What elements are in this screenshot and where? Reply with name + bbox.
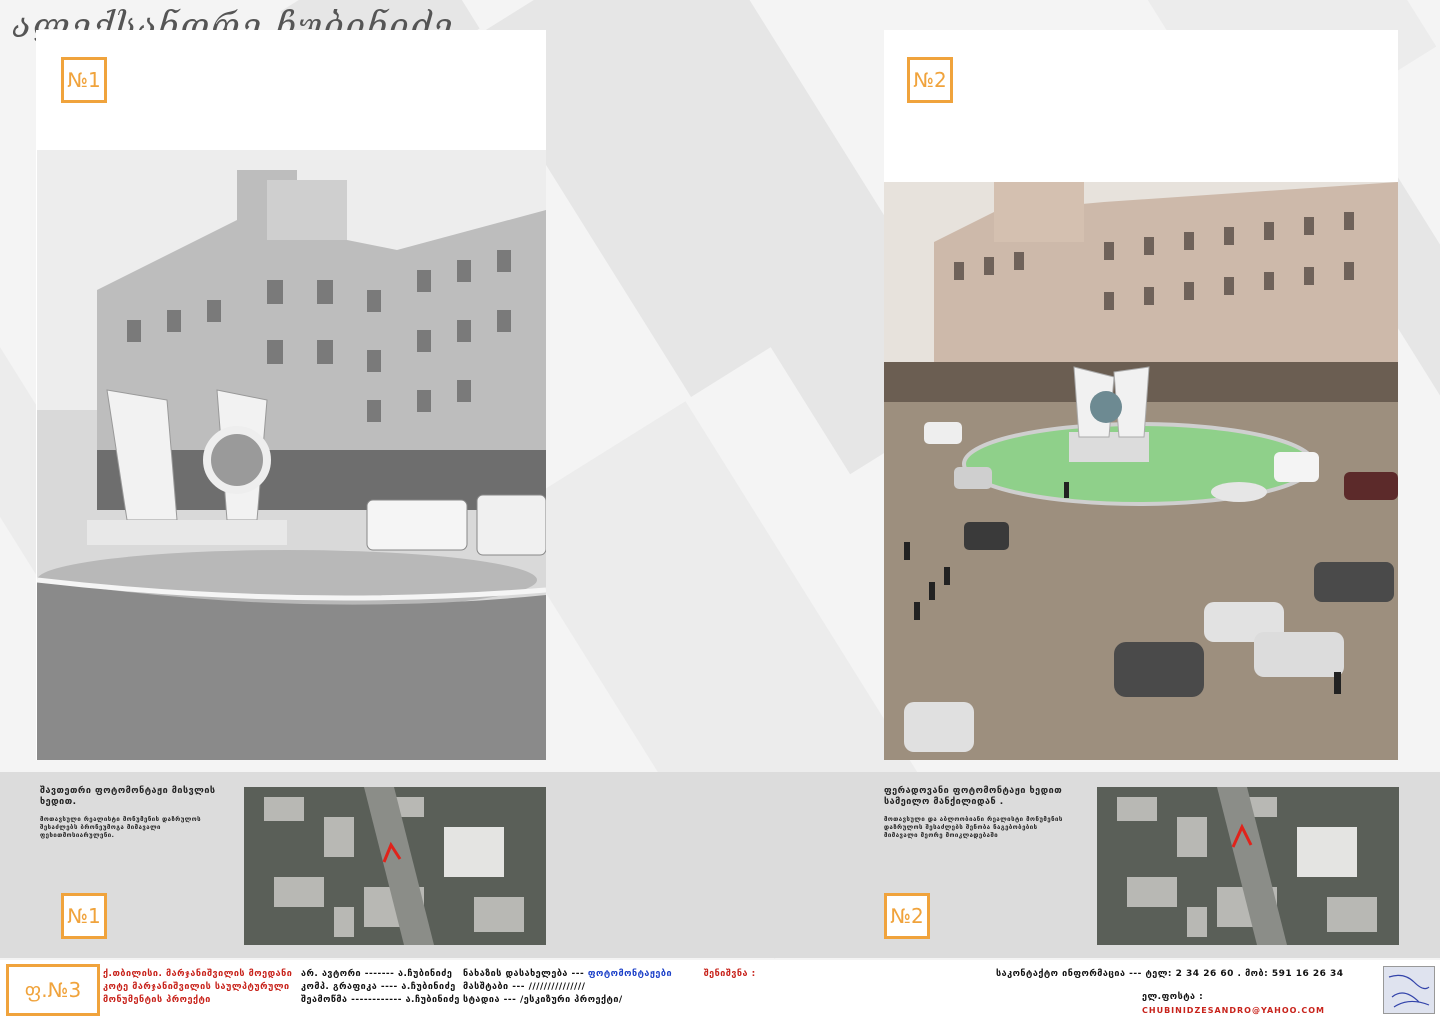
description-1-title: შავთეთრი ფოტომონტაჟი მისვლის ხედით. [40,786,216,807]
author-line-3: შეამოწმა ------------ ა.ჩუბინიძე [301,995,460,1005]
author-line-2: კომპ. გრაფიკა ---- ა.ჩუბინიძე [301,982,456,992]
project-line-1: ქ.თბილისი. მარჯანიშვილის მოედანი [103,969,293,979]
aerial-map-1-illustration [244,787,546,945]
badge-1-top: №1 [61,57,107,103]
stage-line: სტადია --- /ესკიზური პროექტი/ [463,995,623,1005]
description-2-title: ფერადოვანი ფოტომონტაჟი ხედით სამეილო მან… [884,786,1063,807]
badge-2-top: №2 [907,57,953,103]
badge-2-bottom: №2 [884,893,930,939]
author-line-1: არ. ავტორი ------- ა.ჩუბინიძე [301,969,453,979]
sheet-name-value: ფოტომონტაჟები [587,969,673,979]
description-1: შავთეთრი ფოტომონტაჟი მისვლის ხედით. მოთა… [40,786,220,840]
email-value: chubinidzesandro@yahoo.com [1142,1006,1325,1015]
aerial-map-2 [1097,787,1399,945]
bw-photo-illustration [37,150,546,760]
email-label: ელ.ფოსტა : [1142,992,1204,1002]
author-stamp [1383,966,1435,1014]
note-label: შენიშვნა : [703,969,756,979]
aerial-map-1 [244,787,546,945]
sheet-name-label: ნახაზის დასახელება --- [463,969,585,979]
contact-line: საკონტაქტო ინფორმაცია --- ტელ: 2 34 26 6… [996,969,1344,979]
sheet-number: ფ.№3 [6,964,100,1016]
description-1-body: მოთავსული რეალისტი მონუმენის დაზრულოს შე… [40,816,201,839]
photo-color-montage [884,182,1398,760]
description-2: ფერადოვანი ფოტომონტაჟი ხედით სამეილო მან… [884,786,1064,840]
project-line-3: მონუმენტის პროექტი [103,995,211,1005]
sheet-info: ნახაზის დასახელება --- ფოტომონტაჟები შენ… [463,968,763,1007]
photo-bw-montage [37,150,546,760]
contact-info: საკონტაქტო ინფორმაცია --- ტელ: 2 34 26 6… [996,968,1376,1018]
sheet-name-line: ნახაზის დასახელება --- ფოტომონტაჟები შენ… [463,968,763,981]
color-photo-illustration [884,182,1398,760]
stamp-illustration [1388,974,1430,1008]
badge-1-bottom: №1 [61,893,107,939]
scale-line: მასშტაბი --- /////////////// [463,982,586,992]
email-line: ელ.ფოსტა : chubinidzesandro@yahoo.com [996,991,1376,1018]
aerial-map-2-illustration [1097,787,1399,945]
project-line-2: კოტე მარჯანიშვილის საულპტურული [103,982,290,992]
description-2-body: მოთავსული და აბლოობიანი რეალისტი მონუმენ… [884,816,1063,839]
project-info: ქ.თბილისი. მარჯანიშვილის მოედანი კოტე მა… [103,968,298,1007]
author-info: არ. ავტორი ------- ა.ჩუბინიძე კომპ. გრაფ… [301,968,461,1007]
